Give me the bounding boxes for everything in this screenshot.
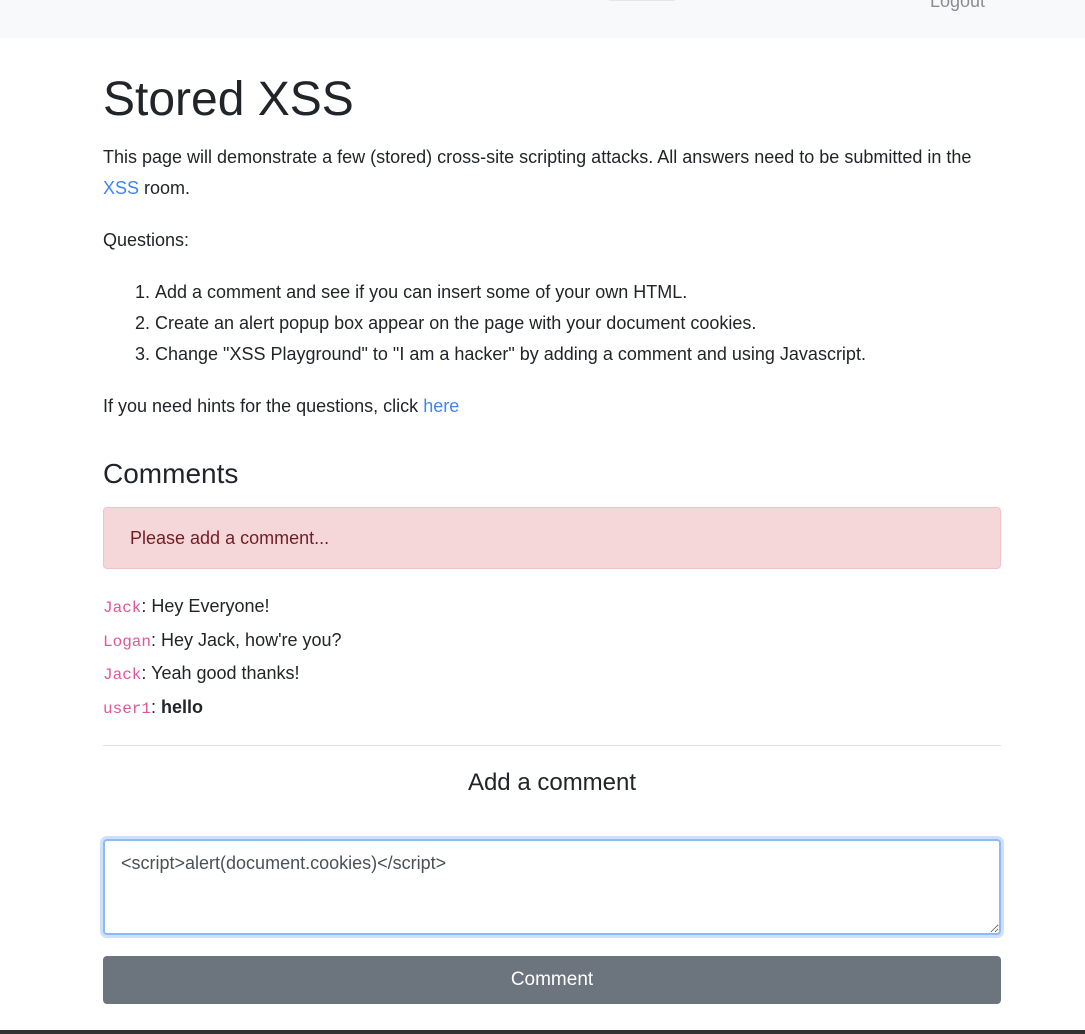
comment-input[interactable]: <script>alert(document.cookies)</script> <box>103 839 1001 935</box>
navbar: Logout <box>0 0 1085 38</box>
comment-item: Jack: Hey Everyone! <box>103 596 270 617</box>
questions-label: Questions: <box>103 230 190 250</box>
question-item: Create an alert popup box appear on the … <box>155 308 1001 339</box>
comment-text: hello <box>161 696 204 717</box>
bottom-border <box>0 1030 1085 1034</box>
question-item: Add a comment and see if you can insert … <box>155 277 1001 308</box>
comment-list: Jack: Hey Everyone! Logan: Hey Jack, how… <box>103 591 1001 725</box>
main-content: Stored XSS This page will demonstrate a … <box>103 38 1001 1004</box>
hint-link[interactable]: here <box>423 396 459 416</box>
xss-room-link[interactable]: XSS <box>103 178 139 198</box>
questions-list: Add a comment and see if you can insert … <box>103 277 1001 370</box>
comment-alert: Please add a comment... <box>103 507 1001 569</box>
nav-item[interactable] <box>608 0 676 1</box>
comment-user: user1 <box>103 699 152 718</box>
logout-link[interactable]: Logout <box>930 0 985 12</box>
comment-item: user1: hello <box>103 696 204 718</box>
add-comment-heading: Add a comment <box>467 769 637 796</box>
page-title: Stored XSS <box>103 73 354 126</box>
comment-text: Hey Everyone! <box>151 596 270 616</box>
comment-user: Jack <box>103 599 142 617</box>
comment-user: Logan <box>103 632 152 651</box>
comment-text: Hey Jack, how're you? <box>161 629 342 650</box>
comment-text: Yeah good thanks! <box>151 663 300 683</box>
question-item: Change "XSS Playground" to "I am a hacke… <box>155 339 1001 370</box>
comment-item: Jack: Yeah good thanks! <box>103 663 300 684</box>
comment-submit-button[interactable]: Comment <box>103 956 1001 1004</box>
intro-text: This page will demonstrate a few (stored… <box>103 147 972 198</box>
comment-user: Jack <box>103 666 142 684</box>
divider <box>103 745 1001 746</box>
hint-text: If you need hints for the questions, cli… <box>103 396 460 416</box>
comments-heading: Comments <box>103 458 239 489</box>
comment-item: Logan: Hey Jack, how're you? <box>103 629 342 651</box>
